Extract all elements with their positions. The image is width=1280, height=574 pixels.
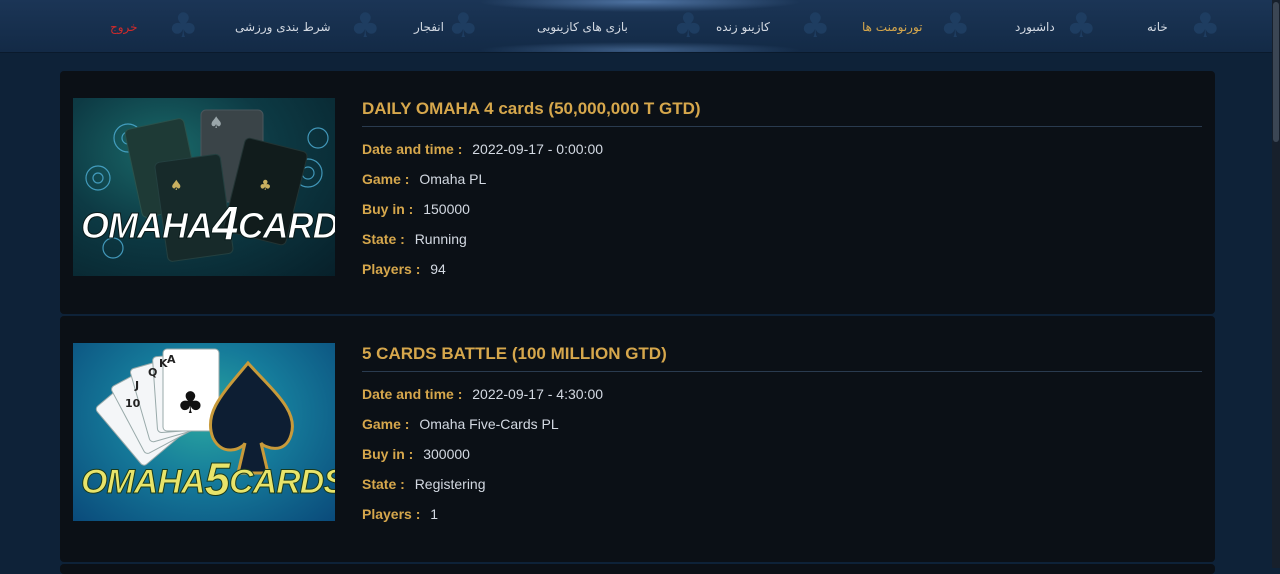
club-suit-icon: ♣: [1190, 6, 1221, 46]
players-label: Players :: [362, 506, 421, 522]
svg-text:♠: ♠: [170, 178, 183, 194]
playing-cards: 10 J Q K A ♣: [95, 348, 220, 466]
club-suit-icon: ♣: [800, 6, 831, 46]
tournament-card-partial: [60, 564, 1215, 574]
club-suit-icon: ♣: [350, 6, 381, 46]
svg-text:J: J: [134, 379, 139, 392]
game-value: Omaha Five-Cards PL: [419, 416, 559, 432]
game-label: Game :: [362, 416, 410, 432]
tournament-title[interactable]: 5 CARDS BATTLE (100 MILLION GTD): [362, 344, 667, 364]
state-value: Registering: [414, 476, 486, 492]
svg-text:♣: ♣: [259, 178, 272, 194]
buyin-label: Buy in :: [362, 446, 414, 462]
svg-text:Q: Q: [148, 366, 157, 379]
tournament-buyin-row: Buy in : 150000: [362, 201, 470, 217]
svg-text:♠: ♠: [209, 113, 223, 132]
tournament-game-row: Game : Omaha PL: [362, 171, 486, 187]
tournament-image[interactable]: ♠ ♠ ♣ OMAHA4CARDS: [73, 98, 335, 276]
tournament-card: ♠ ♠ ♣ OMAHA4CARDS DAILY OMAHA 4 cards (5…: [60, 71, 1215, 314]
tournament-state-row: State : Running: [362, 231, 467, 247]
nav-item-dashboard[interactable]: داشبورد: [1015, 20, 1055, 34]
tournament-buyin-row: Buy in : 300000: [362, 446, 470, 462]
buyin-label: Buy in :: [362, 201, 414, 217]
club-suit-icon: ♣: [448, 6, 479, 46]
nav-item-crash[interactable]: انفجار: [414, 20, 444, 34]
date-value: 2022-09-17 - 0:00:00: [472, 141, 604, 157]
artwork-title-text: OMAHA5CARDS: [81, 453, 335, 505]
buyin-value: 150000: [423, 201, 470, 217]
club-suit-icon: ♣: [940, 6, 971, 46]
title-divider: [362, 371, 1202, 372]
game-value: Omaha PL: [419, 171, 487, 187]
date-label: Date and time :: [362, 141, 463, 157]
omaha-4-cards-artwork: ♠ ♠ ♣ OMAHA4CARDS: [81, 109, 335, 262]
title-divider: [362, 126, 1202, 127]
game-label: Game :: [362, 171, 410, 187]
tournament-title[interactable]: DAILY OMAHA 4 cards (50,000,000 T GTD): [362, 99, 701, 119]
players-label: Players :: [362, 261, 421, 277]
artwork-title-text: OMAHA4CARDS: [81, 198, 335, 251]
state-label: State :: [362, 476, 405, 492]
nav-item-logout[interactable]: خروج: [110, 20, 138, 34]
omaha-5-cards-artwork: 10 J Q K A ♣ OMAHA5CARDS: [81, 348, 335, 506]
scrollbar-thumb[interactable]: [1273, 2, 1279, 142]
nav-item-sports-betting[interactable]: شرط بندی ورزشی: [235, 20, 331, 34]
players-value: 94: [430, 261, 446, 277]
tournament-card: 10 J Q K A ♣ OMAHA5CARDS 5 CARDS BATTLE …: [60, 316, 1215, 562]
state-value: Running: [414, 231, 467, 247]
nav-item-tournaments[interactable]: تورنومنت ها: [862, 20, 923, 34]
tournament-state-row: State : Registering: [362, 476, 486, 492]
buyin-value: 300000: [423, 446, 470, 462]
tournament-players-row: Players : 1: [362, 506, 438, 522]
nav-item-casino-games[interactable]: بازی های کازینویی: [537, 20, 628, 34]
nav-item-home[interactable]: خانه: [1147, 20, 1168, 34]
club-suit-icon: ♣: [673, 6, 704, 46]
tournament-image[interactable]: 10 J Q K A ♣ OMAHA5CARDS: [73, 343, 335, 521]
tournament-game-row: Game : Omaha Five-Cards PL: [362, 416, 559, 432]
tournament-date-row: Date and time : 2022-09-17 - 0:00:00: [362, 141, 603, 157]
state-label: State :: [362, 231, 405, 247]
nav-item-live-casino[interactable]: کازینو زنده: [716, 20, 770, 34]
svg-text:10: 10: [125, 397, 141, 410]
players-value: 1: [430, 506, 439, 522]
top-navigation-bar: ♣ ♣ ♣ ♣ ♣ ♣ ♣ ♣ خانه داشبورد تورنومنت ها…: [0, 0, 1272, 53]
svg-text:A: A: [167, 353, 176, 366]
club-suit-icon: ♣: [1066, 6, 1097, 46]
tournament-players-row: Players : 94: [362, 261, 446, 277]
date-value: 2022-09-17 - 4:30:00: [472, 386, 604, 402]
date-label: Date and time :: [362, 386, 463, 402]
svg-text:♣: ♣: [177, 386, 204, 421]
club-suit-icon: ♣: [168, 6, 199, 46]
tournament-date-row: Date and time : 2022-09-17 - 4:30:00: [362, 386, 603, 402]
